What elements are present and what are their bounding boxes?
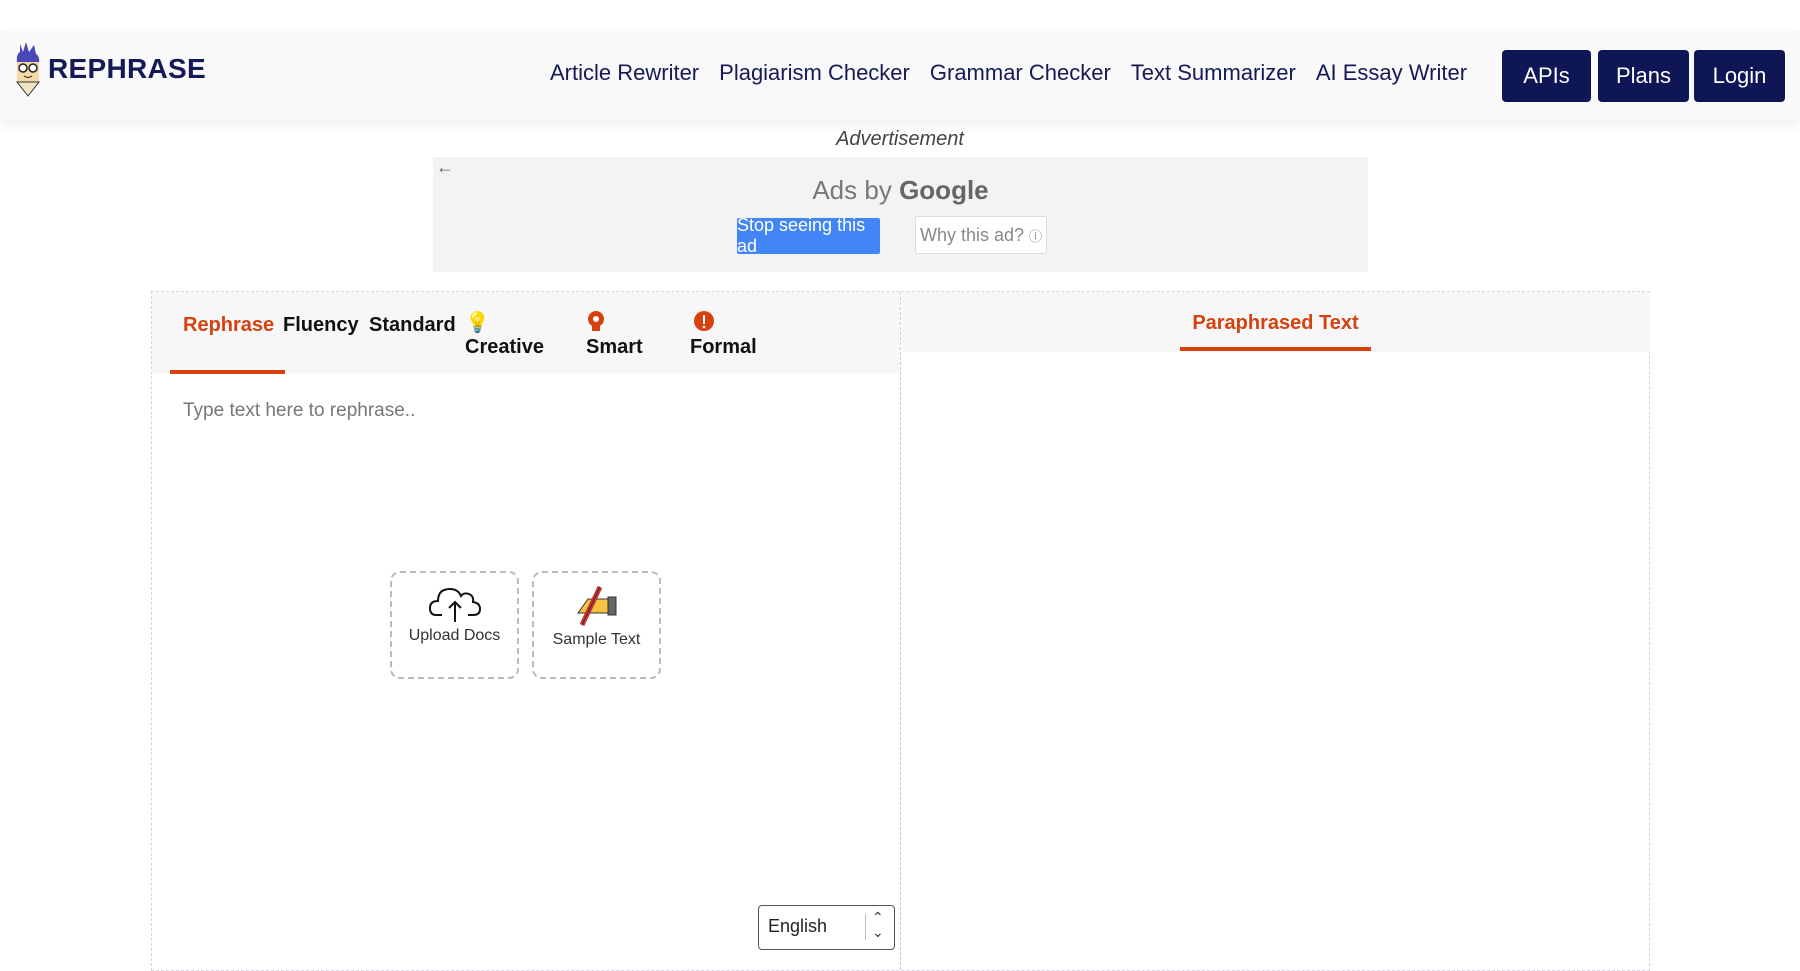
sample-text-label: Sample Text: [552, 631, 641, 648]
brand-name: REPHRASE: [48, 53, 206, 84]
output-panel: Paraphrased Text: [902, 292, 1650, 970]
main-nav: Article Rewriter Plagiarism Checker Gram…: [550, 60, 1467, 86]
advertisement-label: Advertisement: [836, 128, 964, 150]
tab-formal-label: Formal: [690, 336, 757, 358]
select-divider: [865, 914, 866, 940]
chevron-updown-icon: ⌃ ⌄: [872, 909, 884, 940]
active-tab-indicator: [170, 370, 285, 374]
ad-banner: ← Ads by Google Stop seeing this ad Why …: [433, 157, 1368, 272]
nav-text-summarizer[interactable]: Text Summarizer: [1131, 60, 1296, 86]
ads-by-google: Ads by Google: [433, 175, 1368, 206]
nav-ai-essay-writer[interactable]: AI Essay Writer: [1316, 60, 1467, 86]
language-select[interactable]: English ⌃ ⌄: [758, 905, 895, 950]
upload-docs-label: Upload Docs: [408, 627, 501, 644]
why-this-ad-button[interactable]: Why this ad? ⓘ: [915, 216, 1047, 254]
tab-smart[interactable]: Smart: [586, 310, 643, 359]
pencil-mascot-icon: [15, 42, 41, 97]
mode-tabs: Rephrase Fluency Standard 💡 Creative Sma…: [152, 292, 900, 374]
tab-fluency[interactable]: Fluency: [283, 314, 359, 337]
site-header: REPHRASE Article Rewriter Plagiarism Che…: [0, 30, 1800, 120]
nav-plagiarism-checker[interactable]: Plagiarism Checker: [719, 60, 910, 86]
text-input[interactable]: Type text here to rephrase..: [183, 400, 415, 422]
output-tabs: Paraphrased Text: [902, 292, 1650, 352]
exclamation-badge-icon: [690, 310, 757, 336]
tab-formal[interactable]: Formal: [690, 310, 757, 359]
info-icon: ⓘ: [1029, 228, 1043, 244]
logo[interactable]: REPHRASE: [14, 40, 206, 98]
tab-smart-label: Smart: [586, 336, 643, 358]
google-text: Google: [899, 175, 989, 205]
nav-article-rewriter[interactable]: Article Rewriter: [550, 60, 699, 86]
why-this-ad-label: Why this ad?: [919, 224, 1024, 245]
brain-head-icon: [586, 310, 643, 336]
upload-docs-button[interactable]: Upload Docs: [390, 571, 519, 679]
lightbulb-icon: 💡: [465, 312, 490, 334]
output-tab-indicator: [1180, 347, 1371, 351]
tab-standard[interactable]: Standard: [369, 314, 456, 337]
plans-button[interactable]: Plans: [1598, 50, 1689, 102]
sample-text-button[interactable]: Sample Text: [532, 571, 661, 679]
login-button[interactable]: Login: [1694, 50, 1785, 102]
rephrase-panel: Rephrase Fluency Standard 💡 Creative Sma…: [151, 291, 1650, 971]
tab-creative-label: Creative: [465, 336, 544, 358]
hand-writing-icon: [576, 585, 616, 627]
input-panel: Rephrase Fluency Standard 💡 Creative Sma…: [152, 292, 901, 970]
tab-creative[interactable]: 💡 Creative: [465, 310, 544, 359]
tab-rephrase[interactable]: Rephrase: [183, 314, 274, 337]
ads-by-text: Ads by: [812, 175, 892, 205]
language-value: English: [768, 916, 828, 936]
stop-seeing-ad-button[interactable]: Stop seeing this ad: [737, 215, 880, 256]
apis-button[interactable]: APIs: [1502, 50, 1591, 102]
nav-grammar-checker[interactable]: Grammar Checker: [930, 60, 1111, 86]
cloud-upload-icon: [428, 587, 481, 622]
tab-paraphrased-text[interactable]: Paraphrased Text: [1180, 312, 1371, 335]
